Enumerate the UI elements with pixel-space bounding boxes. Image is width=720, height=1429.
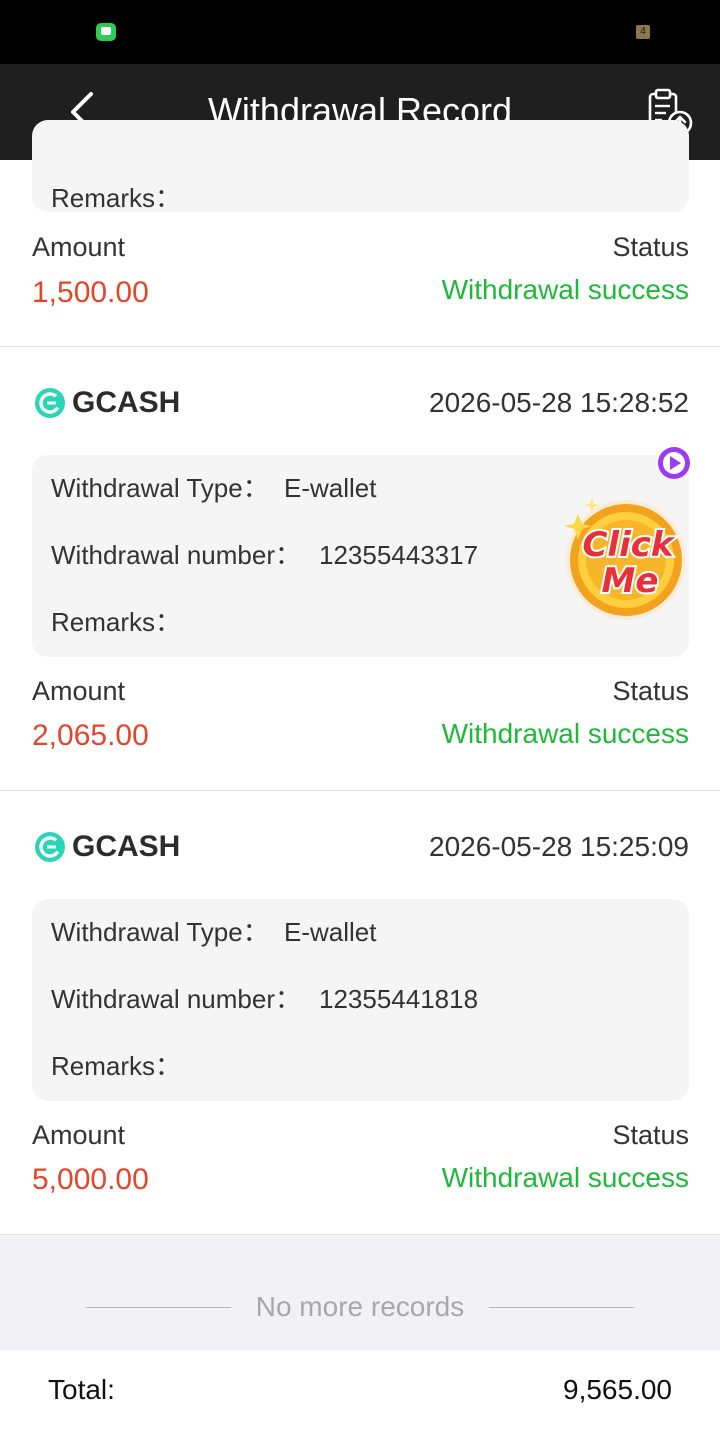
status-bar: 4: [0, 0, 720, 64]
record-datetime: 2026-05-28 15:25:09: [429, 831, 689, 862]
total-bar: Total: 9,565.00: [0, 1350, 720, 1429]
amount-value: 2,065.00: [32, 719, 149, 752]
withdrawal-number-value: 12355441818: [319, 984, 479, 1014]
withdrawal-record[interactable]: GCASH 2026-05-28 15:25:09 Withdrawal Typ…: [0, 791, 720, 1234]
promo-line1: Click: [582, 525, 675, 565]
withdrawal-number-label: Withdrawal number：: [51, 984, 301, 1014]
record-details-card: Remarks：: [32, 120, 689, 213]
remarks-label: Remarks：: [51, 607, 182, 637]
amount-label: Amount: [32, 1120, 126, 1150]
amount-label: Amount: [32, 232, 126, 262]
brand-name: GCASH: [72, 386, 181, 419]
withdrawal-number-row: Withdrawal number： 12355441818: [51, 979, 478, 1019]
withdrawal-type-label: Withdrawal Type：: [51, 917, 269, 947]
page: 4 Withdrawal Record Remarks： Amount 1,50…: [0, 0, 720, 1429]
remarks-row: Remarks：: [51, 178, 181, 218]
amount-value: 1,500.00: [32, 276, 149, 309]
play-icon: [658, 447, 690, 479]
gcash-logo-icon: [35, 832, 65, 862]
remarks-row: Remarks：: [51, 1046, 181, 1086]
record-details-card: Withdrawal Type： E-wallet Withdrawal num…: [32, 899, 689, 1101]
withdrawal-record[interactable]: Remarks： Amount 1,500.00 Status Withdraw…: [0, 120, 720, 346]
remarks-row: Remarks：: [51, 602, 181, 642]
total-value: 9,565.00: [563, 1374, 672, 1405]
status-label: Status: [612, 1120, 689, 1150]
notification-badge: 4: [636, 25, 650, 39]
status-value: Withdrawal success: [441, 274, 689, 305]
withdrawal-number-row: Withdrawal number： 12355443317: [51, 535, 478, 575]
withdrawal-type-row: Withdrawal Type： E-wallet: [51, 468, 376, 508]
withdrawal-type-value: E-wallet: [284, 917, 377, 947]
remarks-label: Remarks：: [51, 1051, 182, 1081]
withdrawal-type-value: E-wallet: [284, 473, 377, 503]
status-value: Withdrawal success: [441, 718, 689, 749]
status-label: Status: [612, 232, 689, 262]
message-notification-icon: [96, 23, 116, 41]
end-of-list: No more records: [0, 1235, 720, 1350]
coin-badge-icon: Click Me: [564, 498, 686, 620]
withdrawal-type-label: Withdrawal Type：: [51, 473, 269, 503]
total-label: Total:: [48, 1374, 115, 1405]
brand-name: GCASH: [72, 830, 181, 863]
click-me-promo-button[interactable]: Click Me: [548, 444, 696, 624]
right-rule: [489, 1307, 635, 1308]
withdrawal-type-row: Withdrawal Type： E-wallet: [51, 912, 376, 952]
promo-line2: Me: [602, 561, 659, 601]
remarks-label: Remarks：: [51, 183, 182, 213]
amount-value: 5,000.00: [32, 1163, 149, 1196]
withdrawal-number-label: Withdrawal number：: [51, 540, 301, 570]
record-datetime: 2026-05-28 15:28:52: [429, 387, 689, 418]
amount-label: Amount: [32, 676, 126, 706]
status-label: Status: [612, 676, 689, 706]
withdrawal-number-value: 12355443317: [319, 540, 479, 570]
status-value: Withdrawal success: [441, 1162, 689, 1193]
gcash-logo-icon: [35, 388, 65, 418]
